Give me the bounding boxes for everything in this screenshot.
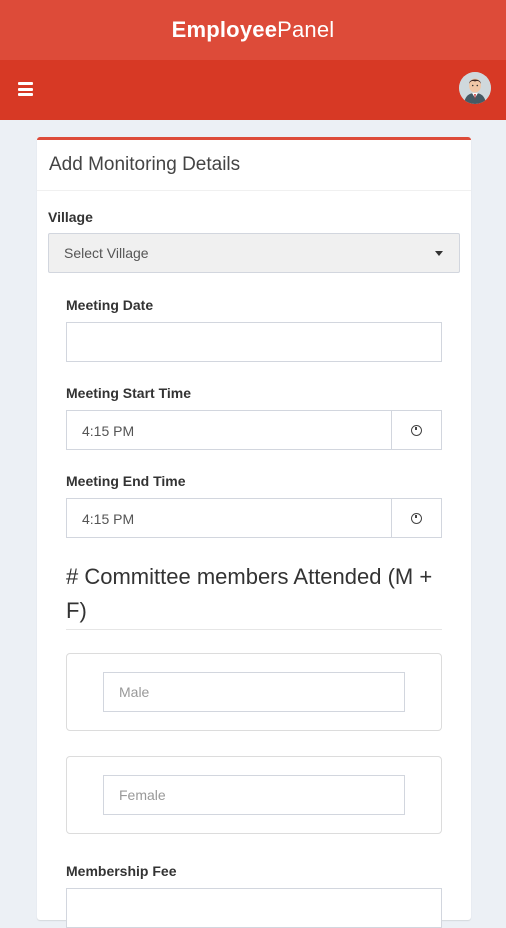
end-time-clock-button[interactable]	[391, 498, 442, 538]
village-label: Village	[48, 209, 93, 225]
main-content: Add Monitoring Details Village Select Vi…	[0, 120, 506, 928]
app-logo: EmployeePanel	[172, 17, 335, 43]
form-title: Add Monitoring Details	[49, 154, 241, 175]
female-count-panel: Female	[66, 756, 442, 834]
female-input[interactable]: Female	[103, 775, 405, 815]
village-select[interactable]: Select Village	[48, 233, 460, 273]
female-placeholder: Female	[119, 787, 166, 803]
membership-fee-label: Membership Fee	[66, 863, 177, 879]
chevron-down-icon	[435, 251, 443, 256]
male-placeholder: Male	[119, 684, 150, 700]
meeting-end-time-value: 4:15 PM	[82, 511, 135, 527]
village-select-value: Select Village	[64, 245, 149, 261]
meeting-end-time-input[interactable]: 4:15 PM	[66, 498, 392, 538]
app-header: EmployeePanel	[0, 0, 506, 60]
meeting-start-time-label: Meeting Start Time	[66, 385, 191, 401]
brand-light: Panel	[277, 17, 335, 42]
form-box: Add Monitoring Details Village Select Vi…	[37, 137, 471, 928]
male-input[interactable]: Male	[103, 672, 405, 712]
membership-fee-input[interactable]	[66, 888, 442, 928]
hamburger-menu-icon[interactable]	[18, 82, 33, 96]
header-divider	[37, 190, 471, 191]
meeting-date-label: Meeting Date	[66, 297, 154, 313]
brand-bold: Employee	[171, 17, 278, 42]
committee-section-title: # Committee members Attended (M + F)	[66, 564, 433, 623]
meeting-start-time-value: 4:15 PM	[82, 423, 135, 439]
section-divider	[66, 629, 442, 630]
avatar-icon	[459, 72, 491, 104]
navbar	[0, 60, 506, 120]
meeting-date-input[interactable]	[66, 322, 442, 362]
male-count-panel: Male	[66, 653, 442, 731]
start-time-clock-button[interactable]	[391, 410, 442, 450]
clock-icon	[411, 424, 422, 436]
meeting-start-time-input[interactable]: 4:15 PM	[66, 410, 392, 450]
clock-icon	[411, 512, 422, 524]
user-avatar[interactable]	[459, 72, 491, 104]
meeting-end-time-label: Meeting End Time	[66, 473, 186, 489]
